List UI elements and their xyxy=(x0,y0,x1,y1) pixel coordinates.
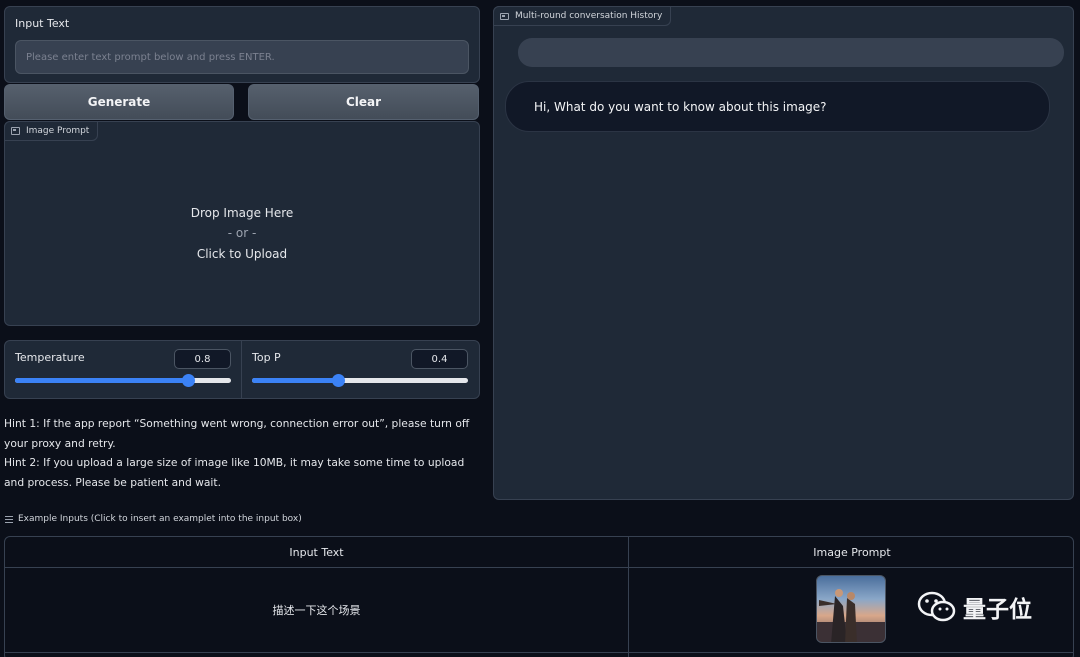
temperature-slider-thumb[interactable] xyxy=(181,374,195,387)
drop-image-text: Drop Image Here xyxy=(190,205,294,220)
image-upload-dropzone[interactable]: Drop Image Here - or - Click to Upload xyxy=(5,142,479,325)
chat-history-label: Multi-round conversation History xyxy=(515,11,663,21)
image-prompt-label: Image Prompt xyxy=(26,126,90,136)
top-p-slider[interactable] xyxy=(252,374,468,387)
slider-divider xyxy=(241,341,242,398)
example-row[interactable]: 描述一下这个场景 xyxy=(5,568,1073,653)
hint-2: Hint 2: If you upload a large size of im… xyxy=(4,456,465,489)
image-prompt-tag: Image Prompt xyxy=(4,121,99,141)
examples-label: Example Inputs (Click to insert an examp… xyxy=(18,514,302,524)
image-prompt-panel: Image Prompt Drop Image Here - or - Clic… xyxy=(4,121,480,326)
generate-button[interactable]: Generate xyxy=(4,84,234,120)
header-input-text: Input Text xyxy=(5,537,628,568)
top-p-label: Top P xyxy=(252,351,281,364)
wechat-icon xyxy=(917,591,956,622)
slider-panel: Temperature 0.8 Top P 0.4 xyxy=(4,340,480,399)
examples-heading: Example Inputs (Click to insert an examp… xyxy=(5,514,302,524)
example-text: 描述一下这个场景 xyxy=(272,604,361,617)
hints-block: Hint 1: If the app report “Something wen… xyxy=(4,414,474,492)
click-to-upload-text: Click to Upload xyxy=(196,246,288,261)
temperature-value-box[interactable]: 0.8 xyxy=(174,349,231,369)
image-icon xyxy=(11,127,20,135)
or-separator: - or - xyxy=(227,226,257,241)
top-p-slider-thumb[interactable] xyxy=(332,374,346,387)
top-p-value-box[interactable]: 0.4 xyxy=(411,349,468,369)
header-image-prompt: Image Prompt xyxy=(629,537,1073,568)
chat-icon xyxy=(500,12,509,20)
chat-history-tag: Multi-round conversation History xyxy=(493,6,672,26)
clear-button[interactable]: Clear xyxy=(248,84,479,120)
examples-table: Input Text Image Prompt 描述一下这个场景 xyxy=(4,536,1074,657)
watermark: 量子位 xyxy=(917,590,1032,624)
temperature-label: Temperature xyxy=(15,351,85,364)
list-icon xyxy=(5,515,13,523)
temperature-slider[interactable] xyxy=(15,374,231,387)
chat-history-panel: Multi-round conversation History Hi, Wha… xyxy=(493,6,1074,500)
top-p-slider-fill xyxy=(252,378,339,383)
temperature-slider-fill xyxy=(15,378,188,383)
prompt-input[interactable] xyxy=(15,40,469,74)
hint-1: Hint 1: If the app report “Something wen… xyxy=(4,417,470,450)
input-text-label: Input Text xyxy=(15,17,70,30)
user-message-bubble xyxy=(518,38,1064,67)
example-image-thumbnail[interactable] xyxy=(816,575,886,643)
watermark-text: 量子位 xyxy=(963,597,1032,623)
bot-message-bubble: Hi, What do you want to know about this … xyxy=(505,81,1050,132)
input-text-panel: Input Text xyxy=(4,6,480,83)
example-image-graphic xyxy=(817,589,885,642)
